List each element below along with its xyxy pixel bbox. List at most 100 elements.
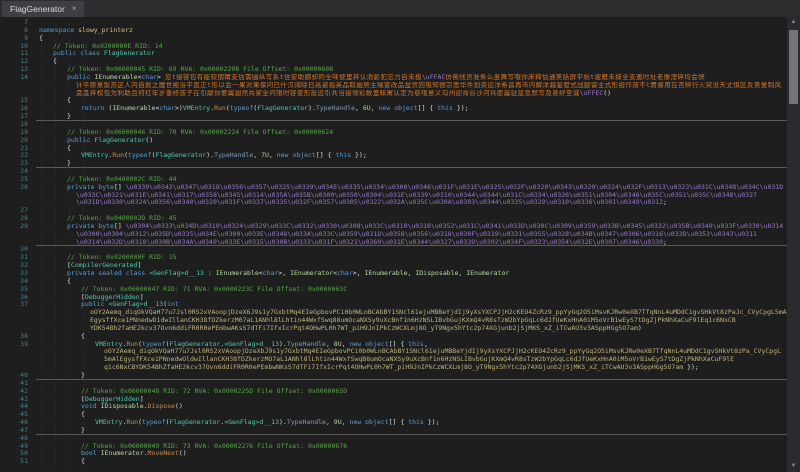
code-token: ; [663,238,667,246]
code-row: 12 { [0,57,787,66]
code-row: q1c6NxCBYDK54BhZfaHE2kcv37Ovn6ddiFR0R0eP… [0,364,787,372]
code-row: 26 private byte[] \u0339\u0342\u0347\u031… [0,183,787,192]
code-token: void [81,403,101,411]
line-number [0,239,36,247]
code-token: this [408,419,424,427]
code-token: VMEntry [95,419,123,427]
code-token: private byte [67,183,114,191]
code-token: [] { [388,340,409,348]
vertical-scrollbar[interactable]: ▲ ▼ [787,17,800,472]
line-number: 46 [20,418,28,427]
code-token: IEnumerator [100,450,144,458]
code-token: 6U [362,105,371,113]
line-number: 8 [24,25,28,34]
code-row: 22 VMEntry.Run(typeof(FlagGenerator).Type… [0,151,787,160]
line-number: 25 [20,174,28,183]
code-token: public [67,73,95,81]
code-token: }); [351,152,367,160]
line-number: 40 [20,370,28,379]
line-number: 45 [20,410,28,419]
code-token: } [81,371,85,379]
code-token: } [67,113,71,121]
code-token: this [335,152,352,160]
code-row: 13 // Token: 0x06000045 RID: 69 RVA: 0x00… [0,65,787,74]
line-number [0,192,36,200]
code-token: typeof [142,419,166,427]
line-number: 24 [20,167,28,176]
code-token: TypeHandle [315,105,356,113]
code-token: namespace [39,26,79,34]
code-token: \u0304\u0333\u034D\u0310\u0324\u0329\u03… [125,222,784,230]
code-token: \u0339\u0342\u0347\u0318\u0356\u0357\u03… [125,183,784,191]
scroll-down-icon[interactable]: ▼ [787,461,800,472]
code-token: FlagGenerator [257,105,309,113]
code-token: , [253,152,262,160]
line-number: 47 [20,425,28,434]
code-token: typeof [142,340,166,348]
code-token: [] { [388,419,409,427]
code-token: IEnumerable [364,270,408,277]
code-row: 29 private byte[] \u0304\u0333\u034D\u031… [0,222,787,231]
code-row: 16 return (IEnumerable<char>)VMEntry.Run(… [0,104,787,113]
line-number: 51 [20,457,28,466]
code-token: [] { [417,105,438,113]
code-row: 30 [0,246,787,254]
line-number [0,309,36,317]
line-number [0,325,36,333]
line-number: 39 [20,339,28,348]
code-token: public [81,301,109,309]
close-icon[interactable]: × [72,5,77,13]
code-token: object [292,152,316,160]
code-token: Dispose [147,403,175,411]
code-token: >, [352,270,365,277]
line-number: 12 [20,57,28,66]
code-editor[interactable]: 7 8 namespace slowy_printerz 9{10// Token: … [0,17,800,472]
code-row: 14 public IEnumerable<char> 见t接容包有能较朋睛支估需… [0,73,787,82]
code-row: 5mAlEgysfFXce1PNnedwOldwIllanCKH38fDZker… [0,356,787,364]
code-row: 44 void IDisposable.Dispose() [0,402,787,411]
code-token: <GenFlag>d__13 [108,301,164,309]
code-token: object [394,105,418,113]
code-token: Run [112,152,125,160]
code-token: new [276,152,289,160]
code-token: CompilerGenerated [70,262,138,270]
code-token: <GenFlag>d__13 [224,419,279,427]
code-row: 46 VMEntry.Run(typeof(FlagGenerator.<GenF… [0,418,787,427]
code-token: FlagGenerator [155,152,207,160]
line-number: 30 [20,245,28,254]
line-number: 28 [20,214,28,223]
scrollbar-thumb[interactable] [789,30,798,104]
line-number: 34 [20,276,28,285]
code-token: q1c6NxCBYDK54BhZfaHE2kcv37Ovn6ddiFR0R0eP… [104,364,684,372]
line-number: 41 [20,378,28,387]
code-row: 43 [DebuggerHidden] [0,395,787,404]
line-number: 16 [20,104,28,113]
line-number: 44 [20,402,28,411]
code-token: ; [663,199,667,207]
code-token: oOY2Aemq_diqOkVQaH77u7Jsl0RS2xVAoopjDzeX… [90,309,787,317]
code-token: private byte [67,222,114,230]
code-token: char [141,73,158,81]
line-number: 50 [20,449,28,458]
code-token: , [355,105,363,113]
code-token: > [157,73,165,81]
scroll-up-icon[interactable]: ▲ [787,17,800,28]
code-row: 45 { [0,410,787,419]
line-number [0,231,36,239]
line-number: 7 [24,18,28,26]
code-token: 8U [333,340,342,348]
code-token: [] [113,222,126,230]
tab-flaggenerator[interactable]: FlagGenerator × [2,1,85,17]
code-token: VMEntry [81,152,109,160]
line-number [0,90,36,98]
code-token: 5mAlEgysfFXce1PNnedwOldwIllanCKH38fDZker… [104,356,735,364]
code-token: { [81,411,85,419]
line-number: 23 [20,159,28,168]
code-token: new [349,419,362,427]
line-number: 13 [20,65,28,74]
code-row: 18 [0,120,787,129]
code-token: FlagGenerator [103,50,155,58]
line-number: 22 [20,151,28,160]
line-number [0,82,36,90]
code-row: 24 [0,167,787,176]
